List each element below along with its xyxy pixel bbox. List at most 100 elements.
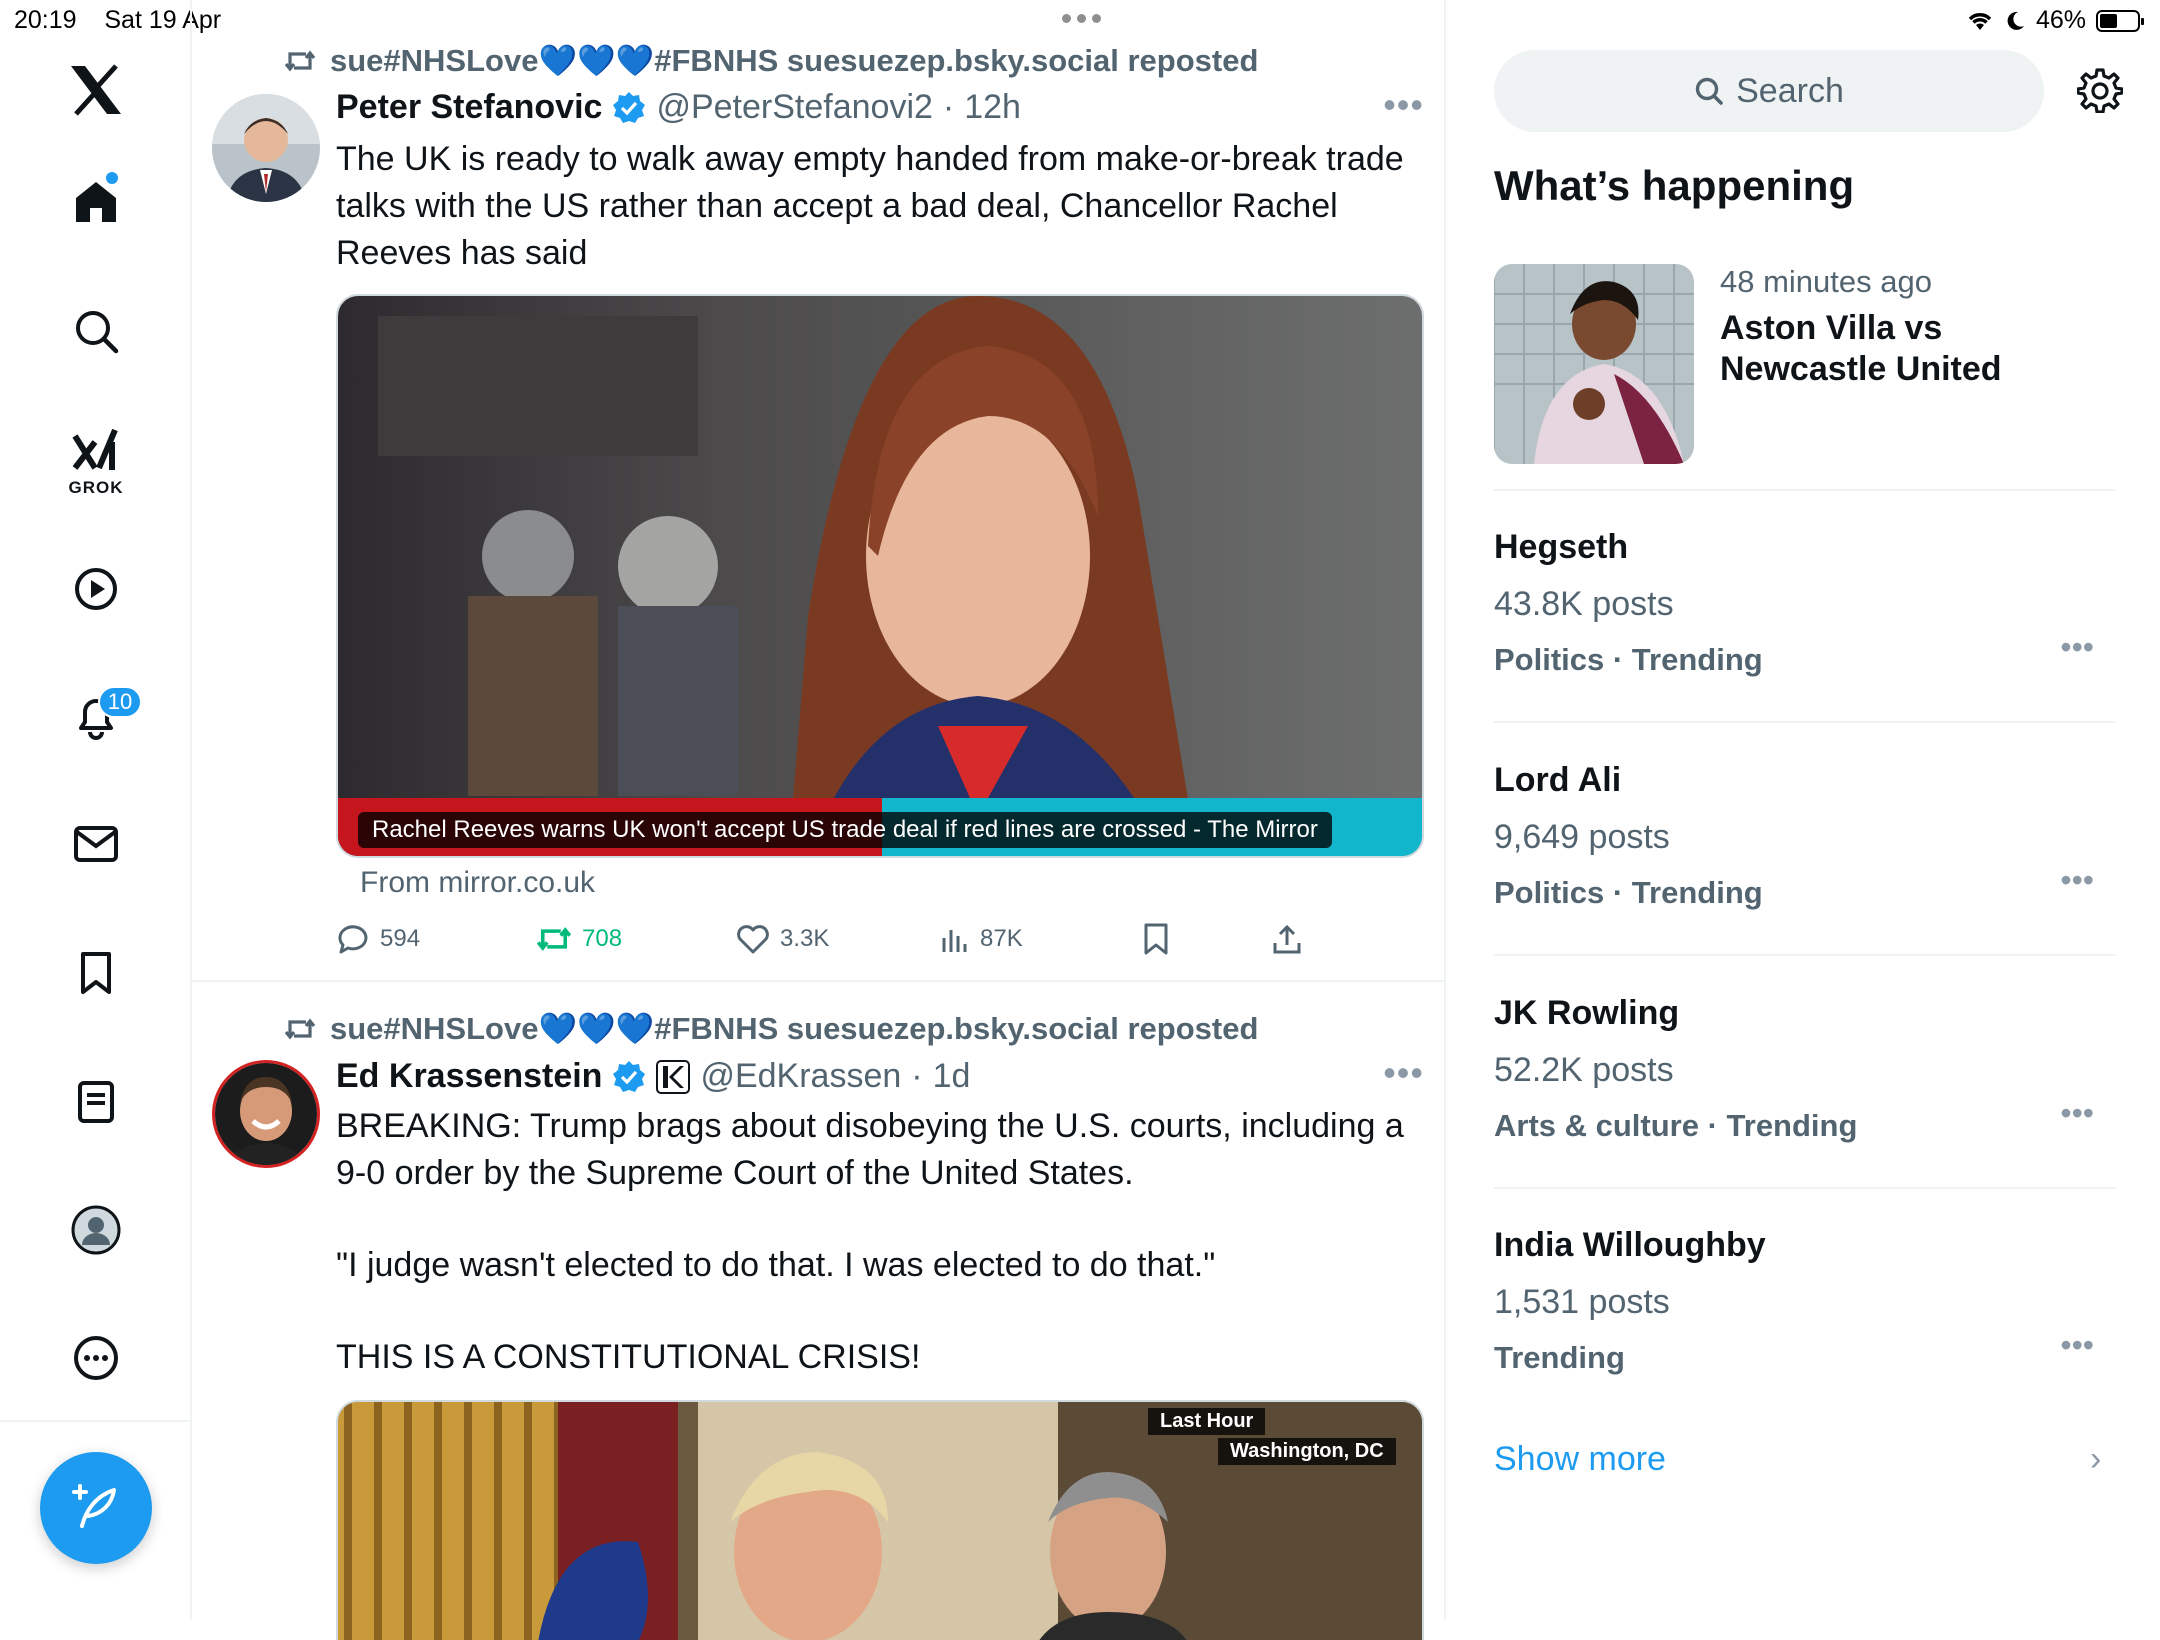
featured-event-time: 48 minutes ago xyxy=(1720,264,1932,299)
reply-icon xyxy=(338,925,368,954)
tweet-text: THIS IS A CONSTITUTIONAL CRISIS! xyxy=(336,1338,921,1376)
affiliate-logo-icon xyxy=(656,1059,691,1094)
trend-more-icon[interactable]: ••• xyxy=(2060,862,2094,899)
author-name[interactable]: Peter Stefanovic xyxy=(336,88,602,127)
grok-label: GROK xyxy=(68,478,124,497)
tweet-author-row: Ed Krassenstein @EdKrassen · 1d xyxy=(336,1057,970,1096)
tweet-text: The UK is ready to walk away empty hande… xyxy=(336,140,1404,272)
link-card-title: Rachel Reeves warns UK won't accept US t… xyxy=(358,812,1332,848)
chevron-right-icon: › xyxy=(2090,1440,2102,1478)
tweet-time[interactable]: 1d xyxy=(933,1057,971,1096)
bookmark-button[interactable] xyxy=(1142,922,1272,956)
heart-icon xyxy=(737,925,769,954)
tweet-time[interactable]: 12h xyxy=(964,88,1021,127)
trend-name: India Willoughby xyxy=(1494,1226,1766,1264)
verified-badge-icon xyxy=(613,91,646,123)
link-source[interactable]: From mirror.co.uk xyxy=(360,866,595,900)
trend-category: Trending xyxy=(1494,1340,1625,1375)
avatar[interactable] xyxy=(212,1060,320,1168)
battery-icon xyxy=(2096,9,2144,32)
repost-text: sue#NHSLove💙💙💙#FBNHS suesuezep.bsky.soci… xyxy=(330,43,1259,78)
views-icon xyxy=(942,930,967,952)
tweet-text: "I judge wasn't elected to do that. I wa… xyxy=(336,1246,1216,1284)
trend-more-icon[interactable]: ••• xyxy=(2060,1327,2094,1364)
like-count: 3.3K xyxy=(780,925,830,952)
trend-more-icon[interactable]: ••• xyxy=(2060,629,2094,666)
dot-separator: · xyxy=(911,1057,923,1095)
trend-item[interactable]: India Willoughby 1,531 posts Trending ••… xyxy=(1494,1226,2116,1376)
compose-icon xyxy=(72,1484,116,1528)
repost-attribution[interactable]: sue#NHSLove💙💙💙#FBNHS suesuezep.bsky.soci… xyxy=(284,42,1258,79)
tweet-text: BREAKING: Trump brags about disobeying t… xyxy=(336,1107,1404,1192)
repost-icon xyxy=(284,49,316,72)
author-handle[interactable]: @PeterStefanovi2 xyxy=(656,88,932,127)
video-overlay-location: Washington, DC xyxy=(1218,1438,1396,1465)
featured-event-title: Aston Villa vs Newcastle United xyxy=(1720,309,2002,388)
link-card-image[interactable]: Rachel Reeves warns UK won't accept US t… xyxy=(336,294,1424,858)
verified-badge-icon xyxy=(613,1060,646,1092)
trend-name: JK Rowling xyxy=(1494,994,1680,1032)
profile-icon[interactable] xyxy=(60,1194,132,1266)
search-input[interactable]: Search xyxy=(1494,50,2044,132)
share-button[interactable] xyxy=(1272,922,1332,956)
search-placeholder: Search xyxy=(1736,71,1844,110)
tweet-author-row: Peter Stefanovic @PeterStefanovi2 · 12h xyxy=(336,88,1021,127)
repost-count: 708 xyxy=(582,925,623,952)
trend-category: Arts & culture · Trending xyxy=(1494,1108,1858,1143)
more-icon[interactable] xyxy=(60,1322,132,1394)
bookmark-icon xyxy=(1144,923,1168,955)
trend-name: Hegseth xyxy=(1494,528,1629,566)
trend-item[interactable]: Hegseth 43.8K posts Politics · Trending … xyxy=(1494,528,2116,678)
share-icon xyxy=(1273,924,1301,954)
lists-icon[interactable] xyxy=(60,1066,132,1138)
trend-more-icon[interactable]: ••• xyxy=(2060,1095,2094,1132)
video-overlay-label: Last Hour xyxy=(1148,1408,1266,1435)
search-icon[interactable] xyxy=(60,295,132,367)
home-icon[interactable] xyxy=(60,166,132,238)
repost-attribution[interactable]: sue#NHSLove💙💙💙#FBNHS suesuezep.bsky.soci… xyxy=(284,1010,1258,1047)
battery-percent: 46% xyxy=(2035,6,2086,34)
trend-post-count: 43.8K posts xyxy=(1494,585,1674,623)
view-count: 87K xyxy=(980,925,1023,952)
trend-post-count: 52.2K posts xyxy=(1494,1051,1674,1089)
dot-separator: · xyxy=(942,88,955,126)
timeline-feed[interactable]: sue#NHSLove💙💙💙#FBNHS suesuezep.bsky.soci… xyxy=(192,0,1446,1640)
trend-name: Lord Ali xyxy=(1494,761,1622,799)
tweet-more-icon[interactable]: ••• xyxy=(1383,1052,1424,1094)
author-handle[interactable]: @EdKrassen xyxy=(700,1057,901,1096)
like-button[interactable]: 3.3K xyxy=(736,922,940,956)
compose-button[interactable] xyxy=(40,1452,152,1564)
messages-icon[interactable] xyxy=(60,808,132,880)
repost-icon xyxy=(284,1017,316,1040)
side-navigation: GROK 10 xyxy=(0,0,192,1620)
gear-icon xyxy=(2077,68,2123,113)
whats-happening-title: What’s happening xyxy=(1494,162,1855,209)
trend-item[interactable]: Lord Ali 9,649 posts Politics · Trending… xyxy=(1494,761,2116,911)
avatar[interactable] xyxy=(212,94,320,202)
repost-text: sue#NHSLove💙💙💙#FBNHS suesuezep.bsky.soci… xyxy=(330,1011,1259,1046)
status-indicators: 46% xyxy=(1966,6,2144,35)
views-button[interactable]: 87K xyxy=(940,922,1142,956)
reply-button[interactable]: 594 xyxy=(336,922,536,956)
reply-count: 594 xyxy=(380,925,421,952)
notifications-badge: 10 xyxy=(98,686,142,718)
settings-button[interactable] xyxy=(2074,64,2126,116)
show-more-link[interactable]: Show more xyxy=(1494,1440,1666,1479)
tweet-more-icon[interactable]: ••• xyxy=(1383,84,1424,126)
trend-post-count: 1,531 posts xyxy=(1494,1283,1670,1321)
home-unread-dot xyxy=(106,172,118,184)
repost-icon xyxy=(536,927,572,951)
author-name[interactable]: Ed Krassenstein xyxy=(336,1057,602,1096)
bookmarks-icon[interactable] xyxy=(60,937,132,1009)
featured-event-image xyxy=(1494,264,1694,464)
tweet-video[interactable]: Last Hour Washington, DC xyxy=(336,1400,1424,1640)
repost-button[interactable]: 708 xyxy=(536,922,736,956)
featured-event[interactable]: 48 minutes ago Aston Villa vs Newcastle … xyxy=(1494,264,2114,464)
trend-category: Politics · Trending xyxy=(1494,875,1763,910)
wifi-icon xyxy=(1968,12,1992,30)
search-icon xyxy=(1695,77,1723,105)
tweet-actions: 594 708 3.3K 87K xyxy=(336,922,1336,956)
video-icon[interactable] xyxy=(60,553,132,625)
trend-item[interactable]: JK Rowling 52.2K posts Arts & culture · … xyxy=(1494,994,2116,1144)
x-logo-icon[interactable] xyxy=(60,54,132,126)
